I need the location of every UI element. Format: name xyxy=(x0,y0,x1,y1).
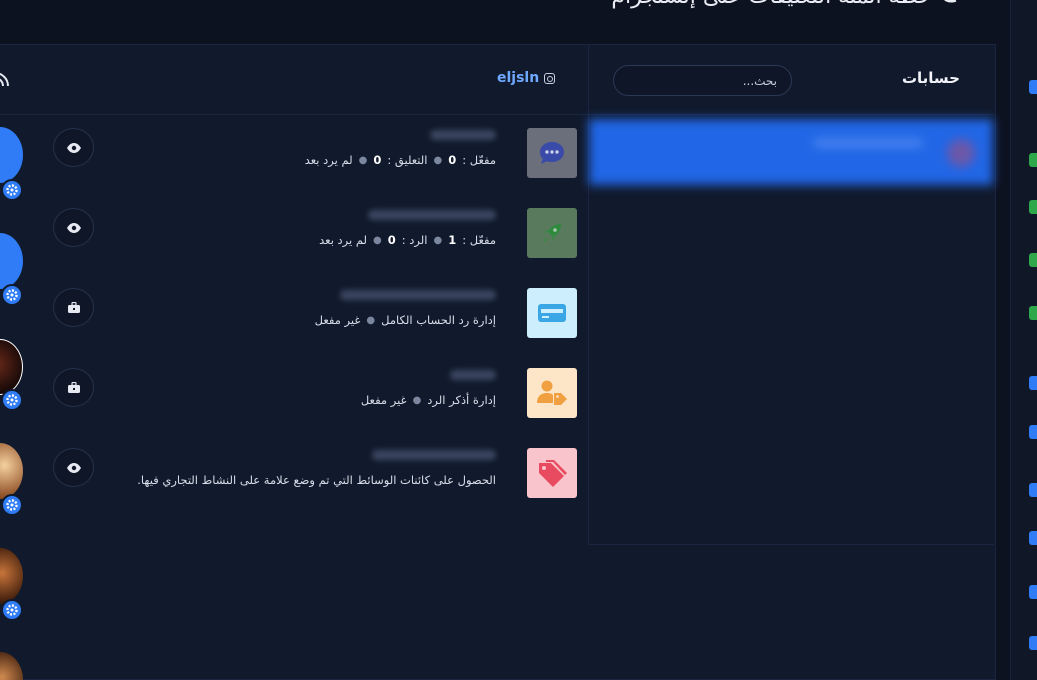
settings-button[interactable] xyxy=(1,389,23,411)
meta-value: 0 xyxy=(448,153,457,167)
meta-label: الرد : xyxy=(401,233,428,247)
settings-button[interactable] xyxy=(1,284,23,306)
feature-icon xyxy=(527,368,577,418)
separator-dot: ● xyxy=(433,154,443,166)
feature-row: إدارة أذكر الرد ● غير مفعل xyxy=(0,368,588,448)
feature-icon xyxy=(527,448,577,498)
separator-dot: ● xyxy=(358,154,368,166)
nav-icon-11[interactable] xyxy=(1029,636,1037,650)
separator-dot: ● xyxy=(366,314,376,326)
nav-icon-8[interactable] xyxy=(1029,483,1037,497)
meta-label: مفعّل : xyxy=(462,153,496,167)
eye-icon xyxy=(66,222,81,233)
view-button[interactable] xyxy=(53,448,94,487)
feature-meta: مفعّل : 0 ● التعليق : 0 ● لم يرد بعد xyxy=(305,153,496,167)
nav-icon-1[interactable] xyxy=(1029,80,1037,94)
meta-label: مفعّل : xyxy=(462,233,496,247)
separator-dot: ● xyxy=(373,234,382,246)
feature-name-blurred xyxy=(430,130,496,140)
nav-icon-9[interactable] xyxy=(1029,531,1037,545)
feature-meta: إدارة أذكر الرد ● غير مفعل xyxy=(361,393,496,407)
nav-icon-5[interactable] xyxy=(1029,306,1037,320)
meta-label: التعليق : xyxy=(387,153,428,167)
feature-meta: إدارة رد الحساب الكامل ● غير مفعل xyxy=(315,313,496,327)
nav-icon-3[interactable] xyxy=(1029,200,1037,214)
settings-button[interactable] xyxy=(1,494,23,516)
accounts-title: حسابات xyxy=(901,69,960,87)
feature-icon xyxy=(527,128,577,178)
accounts-panel: حسابات xyxy=(588,45,994,545)
chat-bubble-icon xyxy=(540,142,564,164)
feature-icon xyxy=(527,208,577,258)
feature-row: مفعّل : 1 ● الرد : 0 ● لم يرد بعد xyxy=(0,208,588,288)
feature-row: مفعّل : 0 ● التعليق : 0 ● لم يرد بعد xyxy=(0,128,588,208)
feature-row: إدارة رد الحساب الكامل ● غير مفعل xyxy=(0,288,588,368)
credit-card-icon xyxy=(538,304,566,322)
meta-label: الحصول على كائنات الوسائط التي تم وضع عل… xyxy=(137,473,496,487)
page-title: خطة أتمتة التعليقات على إنستجرام xyxy=(611,0,932,9)
nav-icon-4[interactable] xyxy=(1029,253,1037,267)
gear-icon xyxy=(6,604,18,616)
meta-label: لم يرد بعد xyxy=(319,233,368,247)
gear-icon xyxy=(6,289,18,301)
feature-name-blurred xyxy=(450,370,496,380)
nav-icon-2[interactable] xyxy=(1029,153,1037,167)
top-bar: خطة أتمتة التعليقات على إنستجرام xyxy=(0,0,1010,44)
username-text: eljsln xyxy=(497,70,540,86)
meta-value: 1 xyxy=(448,233,457,247)
nav-icon-7[interactable] xyxy=(1029,425,1037,439)
profile-username[interactable]: eljsln xyxy=(497,70,556,86)
accounts-header: حسابات xyxy=(589,45,994,115)
manage-button[interactable] xyxy=(53,368,94,407)
main-panel: eljsln حسابات مفعّل :0 ● التعليق :0 ● ل xyxy=(0,44,996,680)
gear-icon xyxy=(6,499,18,511)
sidebar-rail xyxy=(1010,0,1037,680)
account-item-selected[interactable] xyxy=(589,119,993,185)
separator-dot: ● xyxy=(433,234,443,246)
rss-icon[interactable] xyxy=(0,71,10,87)
eye-icon xyxy=(66,462,81,473)
feature-meta: مفعّل : 1 ● الرد : 0 ● لم يرد بعد xyxy=(319,233,496,247)
feature-icon xyxy=(527,288,577,338)
accounts-search-input[interactable] xyxy=(613,65,792,96)
user-tag-icon xyxy=(537,380,567,405)
toolbox-icon xyxy=(67,302,80,313)
meta-label: غير مفعل xyxy=(314,313,361,327)
meta-value: 0 xyxy=(387,233,396,247)
meta-label: إدارة رد الحساب الكامل xyxy=(381,313,496,327)
profile-header: eljsln xyxy=(0,45,588,115)
feature-name-blurred xyxy=(372,450,496,460)
account-avatar xyxy=(947,139,975,167)
eye-icon xyxy=(66,142,81,153)
manage-button[interactable] xyxy=(53,288,94,327)
settings-button[interactable] xyxy=(1,599,23,621)
bird-icon xyxy=(944,0,957,3)
meta-value: 0 xyxy=(373,153,382,167)
instagram-icon xyxy=(544,72,556,84)
feature-name-blurred xyxy=(340,290,496,300)
toolbox-icon xyxy=(67,382,80,393)
meta-label: غير مفعل xyxy=(360,393,407,407)
rocket-icon xyxy=(543,224,561,242)
feature-name-blurred xyxy=(368,210,496,220)
settings-button[interactable] xyxy=(1,179,23,201)
tags-icon xyxy=(539,460,567,487)
view-button[interactable] xyxy=(53,208,94,247)
feature-meta: الحصول على كائنات الوسائط التي تم وضع عل… xyxy=(137,473,496,487)
gear-icon xyxy=(6,184,18,196)
account-name-blurred xyxy=(813,139,923,147)
nav-icon-6[interactable] xyxy=(1029,376,1037,390)
view-button[interactable] xyxy=(53,128,94,167)
nav-icon-10[interactable] xyxy=(1029,585,1037,599)
meta-label: لم يرد بعد xyxy=(304,153,353,167)
meta-label: إدارة أذكر الرد xyxy=(427,393,496,407)
separator-dot: ● xyxy=(412,394,422,406)
feature-row: الحصول على كائنات الوسائط التي تم وضع عل… xyxy=(0,448,588,528)
gear-icon xyxy=(6,394,18,406)
